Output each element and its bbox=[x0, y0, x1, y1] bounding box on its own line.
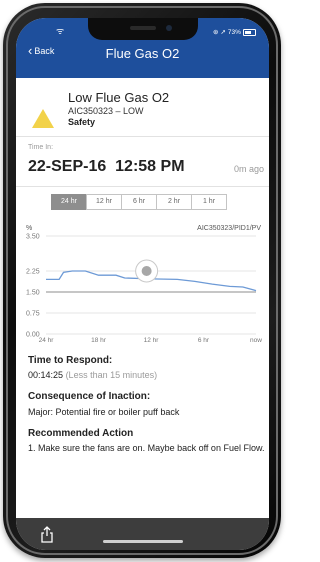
y-tick-label: 3.50 bbox=[26, 234, 40, 241]
range-option-2hr[interactable]: 2 hr bbox=[156, 194, 192, 210]
home-indicator bbox=[103, 540, 183, 543]
wifi-icon: ᯤ bbox=[56, 26, 65, 36]
phone-frame: ᯤ ⊛ ➚ 73% ‹ Back Flue Gas O2 Low Flue Ga… bbox=[3, 3, 281, 558]
arrow-icon: ➚ bbox=[220, 29, 226, 36]
time-to-respond-value: 00:14:25 (Less than 15 minutes) bbox=[28, 370, 157, 380]
divider bbox=[16, 186, 269, 187]
respond-time: 00:14:25 bbox=[28, 370, 64, 380]
nav-header: ᯤ ⊛ ➚ 73% ‹ Back Flue Gas O2 bbox=[16, 18, 269, 78]
x-tick-label: 24 hr bbox=[39, 337, 55, 344]
time-ago: 0m ago bbox=[234, 164, 265, 174]
alert-title: Low Flue Gas O2 bbox=[68, 90, 170, 105]
recommended-action-text: 1. Make sure the fans are on. Maybe back… bbox=[28, 443, 265, 453]
warning-triangle-icon bbox=[32, 109, 54, 128]
x-tick-label: 18 hr bbox=[91, 337, 107, 344]
bottom-toolbar bbox=[16, 518, 269, 550]
range-option-24hr[interactable]: 24 hr bbox=[51, 194, 87, 210]
page-title: Flue Gas O2 bbox=[105, 46, 180, 61]
time-in-label: Time In: bbox=[28, 144, 54, 151]
marker-dot bbox=[141, 266, 152, 276]
y-axis-unit: % bbox=[26, 225, 32, 232]
consequence-text: Major: Potential fire or boiler puff bac… bbox=[28, 407, 180, 417]
range-option-6hr[interactable]: 6 hr bbox=[121, 194, 157, 210]
notch bbox=[88, 18, 198, 40]
speaker bbox=[130, 26, 156, 30]
alert-code: AIC350323 – LOW bbox=[68, 106, 144, 116]
time-range-selector: 24 hr 12 hr 6 hr 2 hr 1 hr bbox=[51, 194, 227, 210]
alert-category: Safety bbox=[68, 117, 96, 127]
y-tick-label: 2.25 bbox=[26, 269, 40, 276]
battery-percent: 73% bbox=[227, 28, 241, 36]
y-tick-label: 1.50 bbox=[26, 290, 40, 297]
range-option-1hr[interactable]: 1 hr bbox=[191, 194, 227, 210]
recommended-action-label: Recommended Action bbox=[28, 428, 134, 439]
trend-chart[interactable]: % AIC350323/PID1/PV3.502.251.500.750.0024… bbox=[16, 214, 269, 349]
chart-tag: AIC350323/PID1/PV bbox=[197, 225, 261, 232]
battery-icon bbox=[242, 28, 256, 36]
x-tick-label: 6 hr bbox=[198, 337, 210, 344]
range-option-12hr[interactable]: 12 hr bbox=[86, 194, 122, 210]
app-screen: ᯤ ⊛ ➚ 73% ‹ Back Flue Gas O2 Low Flue Ga… bbox=[16, 18, 269, 550]
x-tick-label: 12 hr bbox=[144, 337, 160, 344]
respond-note: (Less than 15 minutes) bbox=[65, 370, 158, 380]
x-tick-label: now bbox=[250, 337, 262, 344]
status-indicators: ⊛ ➚ 73% bbox=[213, 28, 256, 36]
share-icon[interactable] bbox=[40, 526, 54, 543]
time-to-respond-label: Time to Respond: bbox=[28, 355, 113, 366]
alert-summary: Low Flue Gas O2 AIC350323 – LOW Safety bbox=[16, 78, 269, 137]
camera bbox=[166, 25, 172, 31]
consequence-label: Consequence of Inaction: bbox=[28, 391, 151, 402]
time-in-value: 22-SEP-16 12:58 PM bbox=[28, 158, 185, 175]
location-icon: ⊛ bbox=[213, 29, 219, 36]
y-tick-label: 0.75 bbox=[26, 311, 40, 318]
